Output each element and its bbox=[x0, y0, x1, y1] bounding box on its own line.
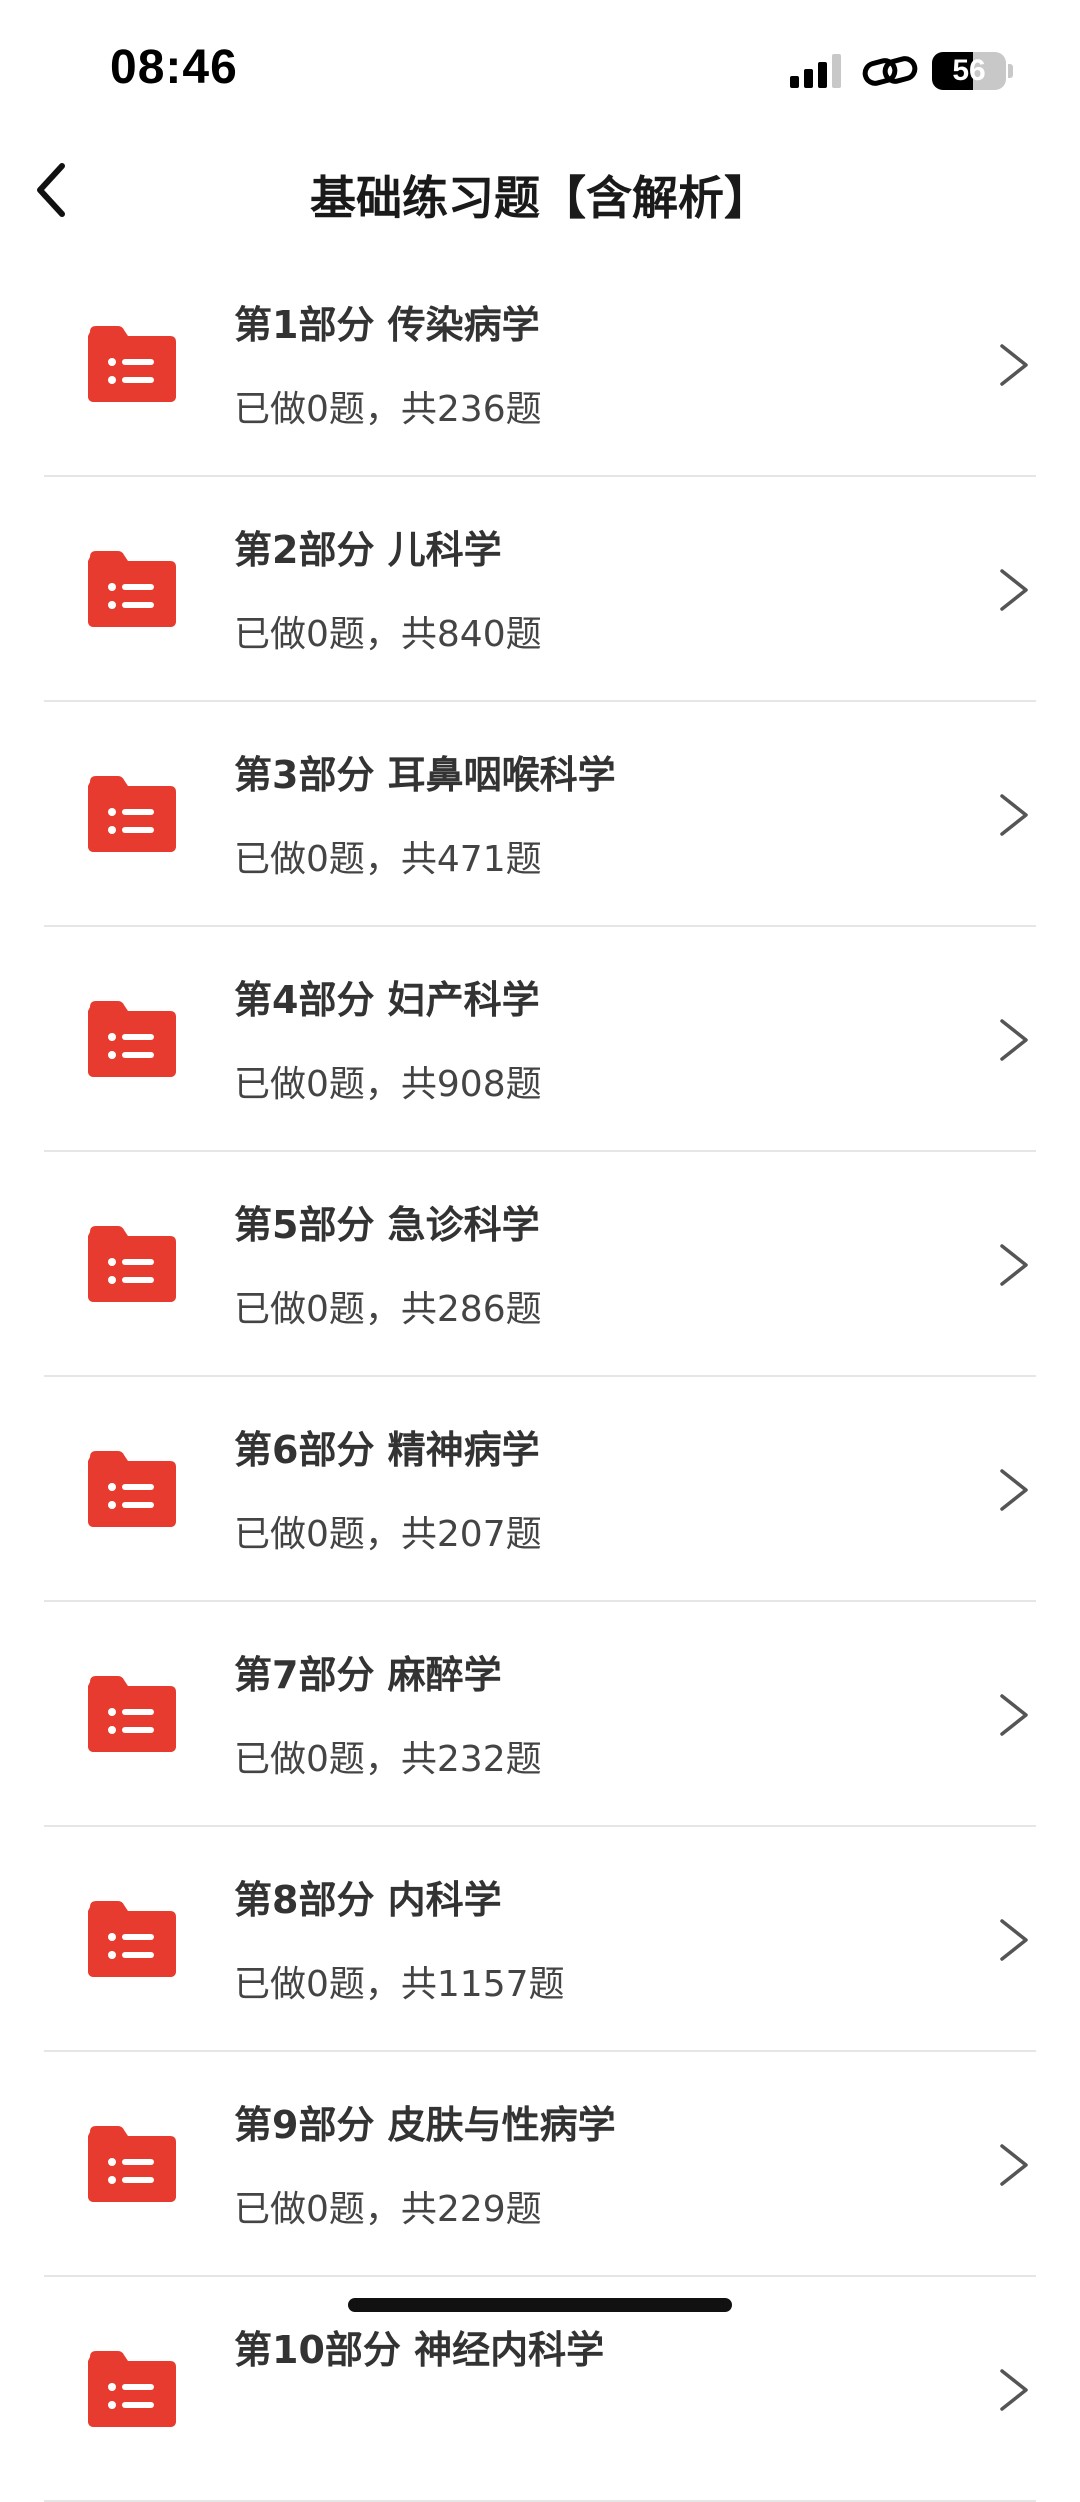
folder-list-icon bbox=[88, 1226, 176, 1302]
section-list: 第1部分 传染病学 已做0题，共236题 第2部分 儿科学 已做0题，共840题… bbox=[0, 252, 1080, 2502]
item-progress: 已做0题，共840题 bbox=[234, 614, 542, 655]
folder-list-icon bbox=[88, 326, 176, 402]
battery-cap bbox=[1008, 64, 1013, 78]
folder-list-icon bbox=[88, 776, 176, 852]
navigation-header: 基础练习题【含解析】 bbox=[0, 140, 1080, 240]
list-item[interactable]: 第4部分 妇产科学 已做0题，共908题 bbox=[0, 927, 1080, 1152]
list-item[interactable]: 第8部分 内科学 已做0题，共1157题 bbox=[0, 1827, 1080, 2052]
chevron-right-icon bbox=[1000, 344, 1028, 386]
folder-list-icon bbox=[88, 2351, 176, 2427]
chevron-right-icon bbox=[1000, 569, 1028, 611]
item-title: 第9部分 皮肤与性病学 bbox=[234, 2103, 616, 2147]
chevron-right-icon bbox=[1000, 1244, 1028, 1286]
chevron-right-icon bbox=[1000, 1694, 1028, 1736]
list-item[interactable]: 第9部分 皮肤与性病学 已做0题，共229题 bbox=[0, 2052, 1080, 2277]
list-item[interactable]: 第6部分 精神病学 已做0题，共207题 bbox=[0, 1377, 1080, 1602]
list-item[interactable]: 第3部分 耳鼻咽喉科学 已做0题，共471题 bbox=[0, 702, 1080, 927]
item-progress: 已做0题，共908题 bbox=[234, 1064, 542, 1105]
item-progress: 已做0题，共207题 bbox=[234, 1514, 542, 1555]
home-indicator[interactable] bbox=[348, 2298, 732, 2312]
folder-list-icon bbox=[88, 1001, 176, 1077]
list-item[interactable]: 第5部分 急诊科学 已做0题，共286题 bbox=[0, 1152, 1080, 1377]
item-title: 第7部分 麻醉学 bbox=[234, 1653, 502, 1697]
battery-icon: 56 bbox=[932, 52, 1006, 90]
item-title: 第10部分 神经内科学 bbox=[234, 2328, 605, 2372]
chevron-right-icon bbox=[1000, 1469, 1028, 1511]
item-progress: 已做0题，共1157题 bbox=[234, 1964, 565, 2005]
item-title: 第2部分 儿科学 bbox=[234, 528, 502, 572]
item-progress: 已做0题，共229题 bbox=[234, 2189, 542, 2230]
status-bar: 08:46 56 bbox=[0, 0, 1080, 140]
folder-list-icon bbox=[88, 2126, 176, 2202]
list-item[interactable]: 第1部分 传染病学 已做0题，共236题 bbox=[0, 252, 1080, 477]
item-progress: 已做0题，共471题 bbox=[234, 839, 542, 880]
chevron-right-icon bbox=[1000, 1919, 1028, 1961]
chevron-right-icon bbox=[1000, 2369, 1028, 2411]
battery-level-text: 56 bbox=[952, 54, 986, 87]
folder-list-icon bbox=[88, 1676, 176, 1752]
item-progress: 已做0题，共286题 bbox=[234, 1289, 542, 1330]
item-title: 第5部分 急诊科学 bbox=[234, 1203, 540, 1247]
item-title: 第4部分 妇产科学 bbox=[234, 978, 540, 1022]
item-title: 第8部分 内科学 bbox=[234, 1878, 502, 1922]
item-progress: 已做0题，共236题 bbox=[234, 389, 542, 430]
list-item[interactable]: 第7部分 麻醉学 已做0题，共232题 bbox=[0, 1602, 1080, 1827]
item-title: 第3部分 耳鼻咽喉科学 bbox=[234, 753, 616, 797]
item-progress: 已做0题，共232题 bbox=[234, 1739, 542, 1780]
list-item[interactable]: 第2部分 儿科学 已做0题，共840题 bbox=[0, 477, 1080, 702]
chevron-right-icon bbox=[1000, 794, 1028, 836]
folder-list-icon bbox=[88, 1901, 176, 1977]
folder-list-icon bbox=[88, 551, 176, 627]
chevron-right-icon bbox=[1000, 1019, 1028, 1061]
page-title: 基础练习题【含解析】 bbox=[310, 171, 770, 225]
folder-list-icon bbox=[88, 1451, 176, 1527]
item-title: 第1部分 传染病学 bbox=[234, 303, 540, 347]
link-icon bbox=[862, 56, 918, 86]
status-time: 08:46 bbox=[110, 41, 238, 94]
cellular-signal-icon bbox=[790, 54, 841, 88]
chevron-right-icon bbox=[1000, 2144, 1028, 2186]
item-title: 第6部分 精神病学 bbox=[234, 1428, 540, 1472]
